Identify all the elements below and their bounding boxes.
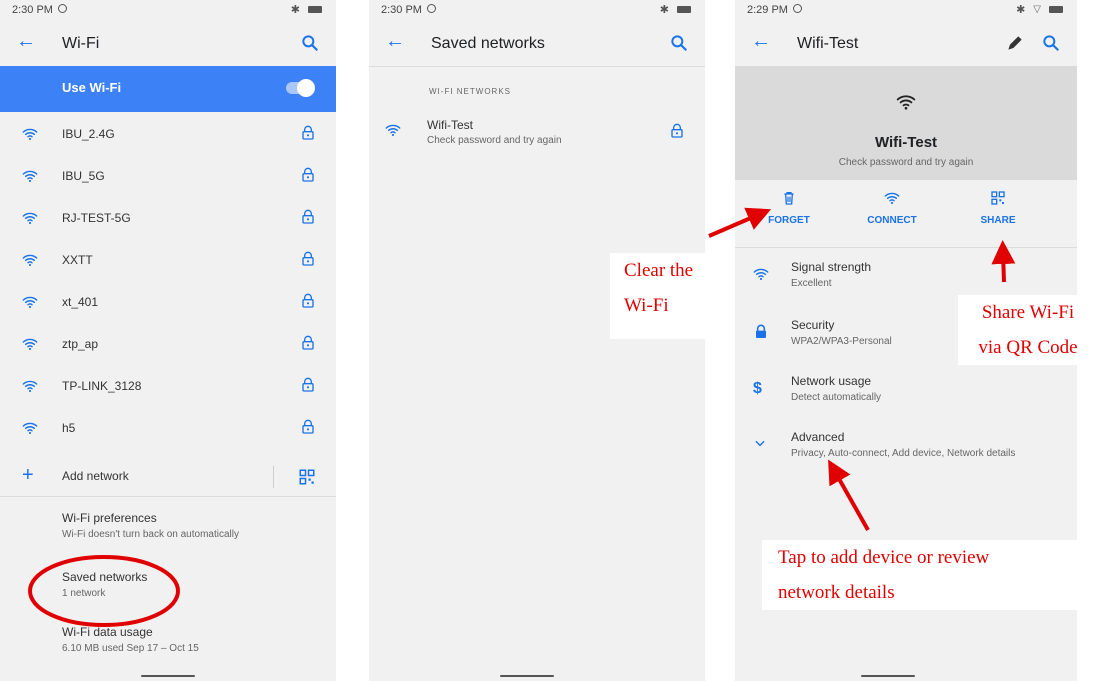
- arrow-to-advanced: [828, 459, 870, 531]
- arrow-to-forget: [708, 207, 772, 238]
- arrow-to-share: [991, 240, 1016, 283]
- annotation-arrows: [708, 207, 1016, 531]
